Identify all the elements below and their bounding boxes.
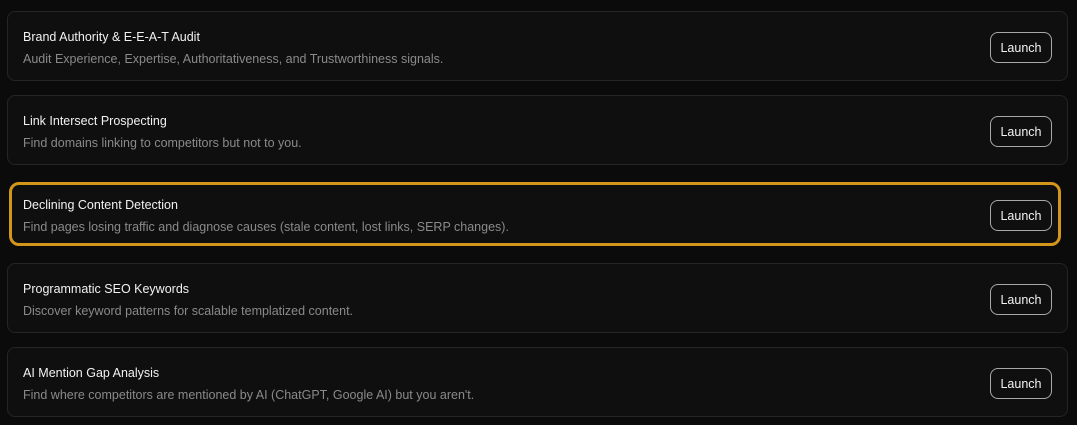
tool-card-ai-mention-gap: AI Mention Gap Analysis Find where compe… [7,347,1068,417]
tool-title: AI Mention Gap Analysis [23,366,160,380]
tool-card-brand-authority: Brand Authority & E-E-A-T Audit Audit Ex… [7,11,1068,81]
tool-card-programmatic-seo: Programmatic SEO Keywords Discover keywo… [7,263,1068,333]
launch-button[interactable]: Launch [990,200,1052,231]
tool-list: Brand Authority & E-E-A-T Audit Audit Ex… [0,0,1077,425]
tool-description: Discover keyword patterns for scalable t… [23,304,354,318]
tool-description: Find domains linking to competitors but … [23,136,302,150]
tool-title: Declining Content Detection [23,198,178,212]
tool-description: Find where competitors are mentioned by … [23,388,475,402]
tool-card-link-intersect: Link Intersect Prospecting Find domains … [7,95,1068,165]
tool-description: Find pages losing traffic and diagnose c… [23,220,509,234]
tool-card-declining-content: Declining Content Detection Find pages l… [9,182,1061,246]
launch-button[interactable]: Launch [990,32,1052,63]
tool-description: Audit Experience, Expertise, Authoritati… [23,52,444,66]
tool-title: Link Intersect Prospecting [23,114,167,128]
launch-button[interactable]: Launch [990,116,1052,147]
tool-title: Brand Authority & E-E-A-T Audit [23,30,200,44]
launch-button[interactable]: Launch [990,284,1052,315]
launch-button[interactable]: Launch [990,368,1052,399]
tool-title: Programmatic SEO Keywords [23,282,190,296]
